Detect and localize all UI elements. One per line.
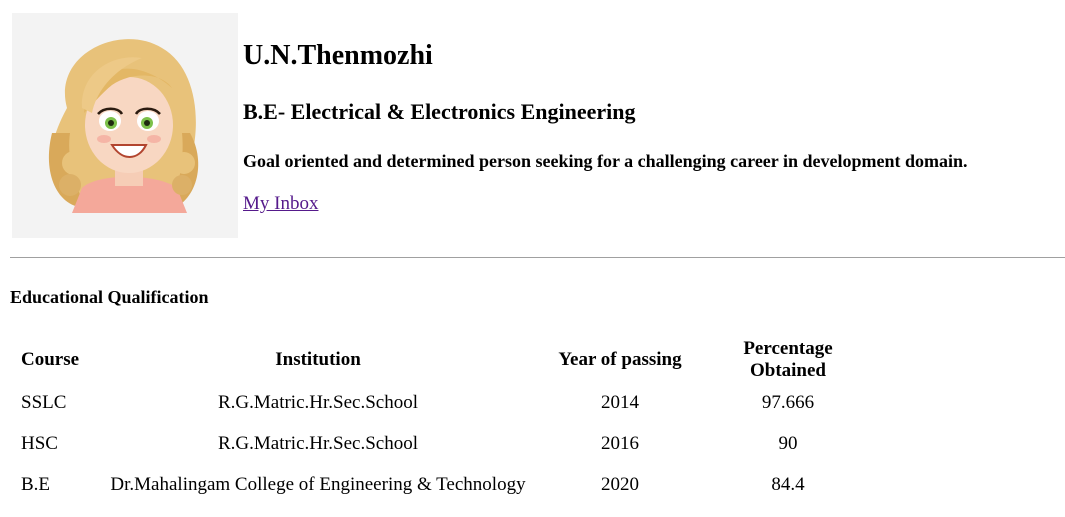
profile-name: U.N.Thenmozhi xyxy=(243,40,433,71)
cell-percentage: 84.4 xyxy=(771,473,805,495)
profile-degree: B.E- Electrical & Electronics Engineerin… xyxy=(243,99,636,124)
profile-header xyxy=(12,13,238,238)
column-header-percentage: Percentage Obtained xyxy=(743,338,833,381)
avatar xyxy=(12,13,238,238)
cell-year: 2016 xyxy=(601,432,639,454)
table-header-row: Course Institution Year of passing Perce… xyxy=(12,338,882,382)
table-row: SSLC R.G.Matric.Hr.Sec.School 2014 97.66… xyxy=(12,382,882,423)
column-header-institution: Institution xyxy=(275,349,361,370)
education-table: Course Institution Year of passing Perce… xyxy=(12,338,882,505)
cell-institution: R.G.Matric.Hr.Sec.School xyxy=(217,432,418,454)
cell-year: 2020 xyxy=(601,473,639,495)
education-heading: Educational Qualification xyxy=(10,287,209,307)
cell-course: B.E xyxy=(21,473,51,495)
table-row: B.E Dr.Mahalingam College of Engineering… xyxy=(12,464,882,505)
cell-year: 2014 xyxy=(601,391,639,413)
column-header-year: Year of passing xyxy=(558,349,682,370)
cell-percentage: 97.666 xyxy=(761,391,815,413)
cell-course: HSC xyxy=(21,432,58,454)
table-row: HSC R.G.Matric.Hr.Sec.School 2016 90 xyxy=(12,423,882,464)
cell-institution: Dr.Mahalingam College of Engineering & T… xyxy=(110,473,526,495)
cell-institution: R.G.Matric.Hr.Sec.School xyxy=(217,391,418,413)
cell-percentage: 90 xyxy=(778,432,798,454)
profile-goal: Goal oriented and determined person seek… xyxy=(243,151,968,171)
inbox-link[interactable]: My Inbox xyxy=(243,193,318,215)
cell-course: SSLC xyxy=(21,391,67,413)
divider xyxy=(10,257,1065,258)
avatar-illustration xyxy=(12,13,238,238)
column-header-course: Course xyxy=(21,349,80,370)
